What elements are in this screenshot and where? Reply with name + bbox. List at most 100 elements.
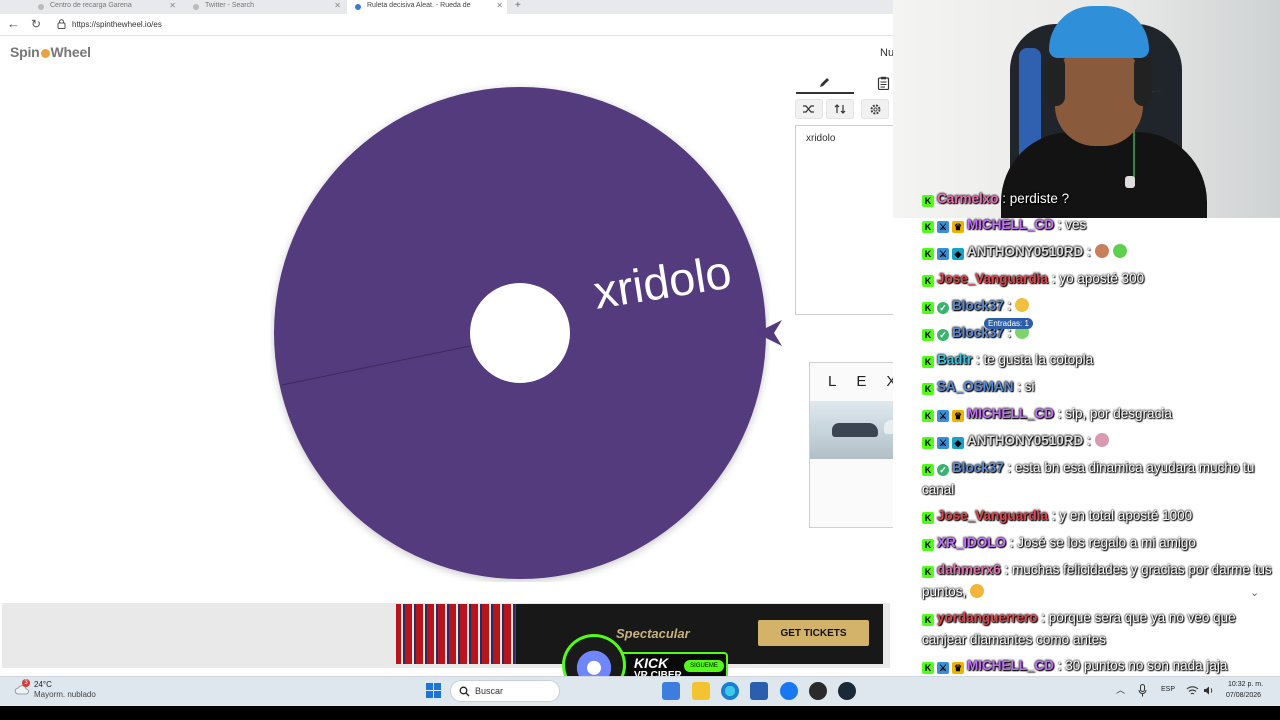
obs-icon[interactable] xyxy=(809,682,827,700)
moderator-badge-icon: ⚔ xyxy=(937,437,949,449)
notification-badge: 3 xyxy=(22,679,30,687)
chevron-down-icon[interactable]: ⌄ xyxy=(1250,586,1259,599)
kick-badge-icon: K xyxy=(922,464,934,476)
chat-username[interactable]: ANTHONY0510RD xyxy=(967,433,1083,448)
chat-username[interactable]: XR_IDOLO xyxy=(937,535,1006,550)
keyboard-language[interactable]: ESP xyxy=(1161,686,1175,693)
logo-wheel-icon xyxy=(40,48,50,58)
chat-message: K ⚔ ♛ MICHELL_CD : sip, por desgracia xyxy=(922,403,1278,425)
shuffle-icon xyxy=(803,105,814,113)
chat-username[interactable]: Block37 xyxy=(952,460,1004,475)
chat-username[interactable]: MICHELL_CD xyxy=(967,658,1054,673)
edit-tab[interactable] xyxy=(796,72,854,94)
chat-text: : te gusta la cotopla xyxy=(976,352,1094,367)
chat-text: : perdiste ? xyxy=(1002,191,1070,206)
chat-username[interactable]: yordanguerrero xyxy=(937,610,1038,625)
site-info-icon[interactable] xyxy=(57,19,66,29)
kick-badge-icon: K xyxy=(922,539,934,551)
wifi-icon[interactable] xyxy=(1186,685,1199,696)
screen: Centro de recarga Garena ✕ Twitter - Sea… xyxy=(0,0,1280,720)
chat-text: : ves xyxy=(1057,217,1087,232)
weather-temperature[interactable]: 24°C xyxy=(34,680,52,689)
kick-badge-icon: K xyxy=(922,566,934,578)
screen-bottom-border xyxy=(0,706,1280,720)
search-placeholder: Buscar xyxy=(475,686,504,696)
verified-badge-icon: ✓ xyxy=(937,464,949,476)
kick-follow-pill: SIGUEME xyxy=(684,660,724,672)
reload-icon[interactable]: ↻ xyxy=(31,17,41,31)
steam-icon[interactable] xyxy=(838,682,856,700)
chat-username[interactable]: MICHELL_CD xyxy=(967,217,1054,232)
close-icon[interactable]: ✕ xyxy=(496,1,503,10)
emote-icon xyxy=(1112,244,1127,258)
mail-app-icon[interactable] xyxy=(662,682,680,700)
lexus-wordmark: LEXUS xyxy=(828,373,893,390)
spin-wheel[interactable]: xridolo xyxy=(270,82,770,582)
tray-overflow-icon[interactable]: ︿ xyxy=(1116,683,1125,696)
settings-button[interactable] xyxy=(861,99,889,119)
tab-favicon-icon xyxy=(355,4,361,10)
weather-description[interactable]: Mayorm. nublado xyxy=(34,690,96,699)
facebook-icon[interactable] xyxy=(780,682,798,700)
wheel-center-hole[interactable] xyxy=(470,283,570,383)
chat-message: K Jose_Vanguardia : y en total aposté 100… xyxy=(922,505,1278,527)
chat-message: K ✓ Block37 : esta bn esa dinamica ayudara… xyxy=(922,457,1278,501)
volume-icon[interactable] xyxy=(1203,685,1214,696)
chat-username[interactable]: Block37 xyxy=(952,298,1004,313)
chat-username[interactable]: SA_OSMAN xyxy=(937,379,1014,394)
verified-badge-icon: ✓ xyxy=(937,302,949,314)
chat-username[interactable]: Jose_Vanguardia xyxy=(937,271,1048,286)
url-text[interactable]: https://spinthewheel.io/es xyxy=(72,20,162,29)
header-menu-partial[interactable]: Nu xyxy=(880,47,893,59)
chat-message: K SA_OSMAN : si xyxy=(922,376,1278,398)
emote-icon xyxy=(1094,244,1109,258)
close-icon[interactable]: ✕ xyxy=(169,1,176,10)
chat-username[interactable]: dahmerx6 xyxy=(937,562,1001,577)
tab-favicon-icon xyxy=(193,4,199,10)
chat-text: : xyxy=(1007,298,1012,313)
sort-button[interactable] xyxy=(826,99,854,119)
lexus-ad[interactable]: LEXUS xyxy=(809,362,893,528)
new-tab-icon[interactable]: + xyxy=(515,0,521,11)
address-bar: ← ↻ https://spinthewheel.io/es xyxy=(0,14,893,36)
close-icon[interactable]: ✕ xyxy=(334,1,341,10)
kick-logo-text: KICK xyxy=(634,655,669,671)
kick-badge-icon: K xyxy=(922,410,934,422)
chat-message: K ⚔ ♛ MICHELL_CD : ves xyxy=(922,214,1278,236)
clock-time[interactable]: 10:32 p. m. xyxy=(1228,681,1263,688)
chat-username[interactable]: Badtr xyxy=(937,352,972,367)
back-arrow-icon[interactable]: ← xyxy=(7,17,20,31)
clock-date[interactable]: 07/08/2026 xyxy=(1226,692,1261,699)
shirt-logo xyxy=(1125,176,1135,188)
chat-overlay: K Carmelxo : perdiste ? K ⚔ ♛ MICHELL_CD : ve… xyxy=(915,188,1280,676)
chat-username[interactable]: Carmelxo xyxy=(937,191,999,206)
entries-textarea[interactable]: xridolo xyxy=(795,125,893,315)
subscriber-badge-icon: ♛ xyxy=(952,221,964,233)
chat-username[interactable]: ANTHONY0510RD xyxy=(967,244,1083,259)
file-explorer-icon[interactable] xyxy=(692,682,710,700)
kick-badge-icon: K xyxy=(922,329,934,341)
chat-text: : xyxy=(1087,433,1091,448)
tab-ruleta[interactable]: Ruleta decisiva Aleat. - Rueda de ✕ xyxy=(347,0,507,14)
kick-badge-icon: K xyxy=(922,275,934,287)
tab-garena[interactable]: Centro de recarga Garena ✕ xyxy=(30,0,180,14)
chat-username[interactable]: MICHELL_CD xyxy=(967,406,1054,421)
tab-favicon-icon xyxy=(38,4,44,10)
tab-strip: Centro de recarga Garena ✕ Twitter - Sea… xyxy=(0,0,893,14)
chat-message: K ✓ Block37 : xyxy=(922,322,1278,344)
results-tab[interactable] xyxy=(872,72,893,94)
sort-icon xyxy=(834,104,846,114)
taskbar-search[interactable]: Buscar xyxy=(450,680,560,702)
windows-start-icon[interactable] xyxy=(426,683,441,698)
tab-twitter[interactable]: Twitter - Search ✕ xyxy=(185,0,345,14)
chat-text: : José se los regalo a mi amigo xyxy=(1009,535,1196,550)
chat-text: : 30 puntos no son nada jaja xyxy=(1057,658,1228,673)
microphone-icon[interactable] xyxy=(1138,684,1147,697)
kick-badge-icon: K xyxy=(922,614,934,626)
store-icon[interactable] xyxy=(750,682,768,700)
shuffle-button[interactable] xyxy=(795,99,823,119)
edge-browser-icon[interactable] xyxy=(721,682,739,700)
get-tickets-button[interactable]: GET TICKETS xyxy=(758,620,869,646)
site-logo[interactable]: Spin Wheel xyxy=(10,44,91,60)
chat-username[interactable]: Jose_Vanguardia xyxy=(937,508,1048,523)
